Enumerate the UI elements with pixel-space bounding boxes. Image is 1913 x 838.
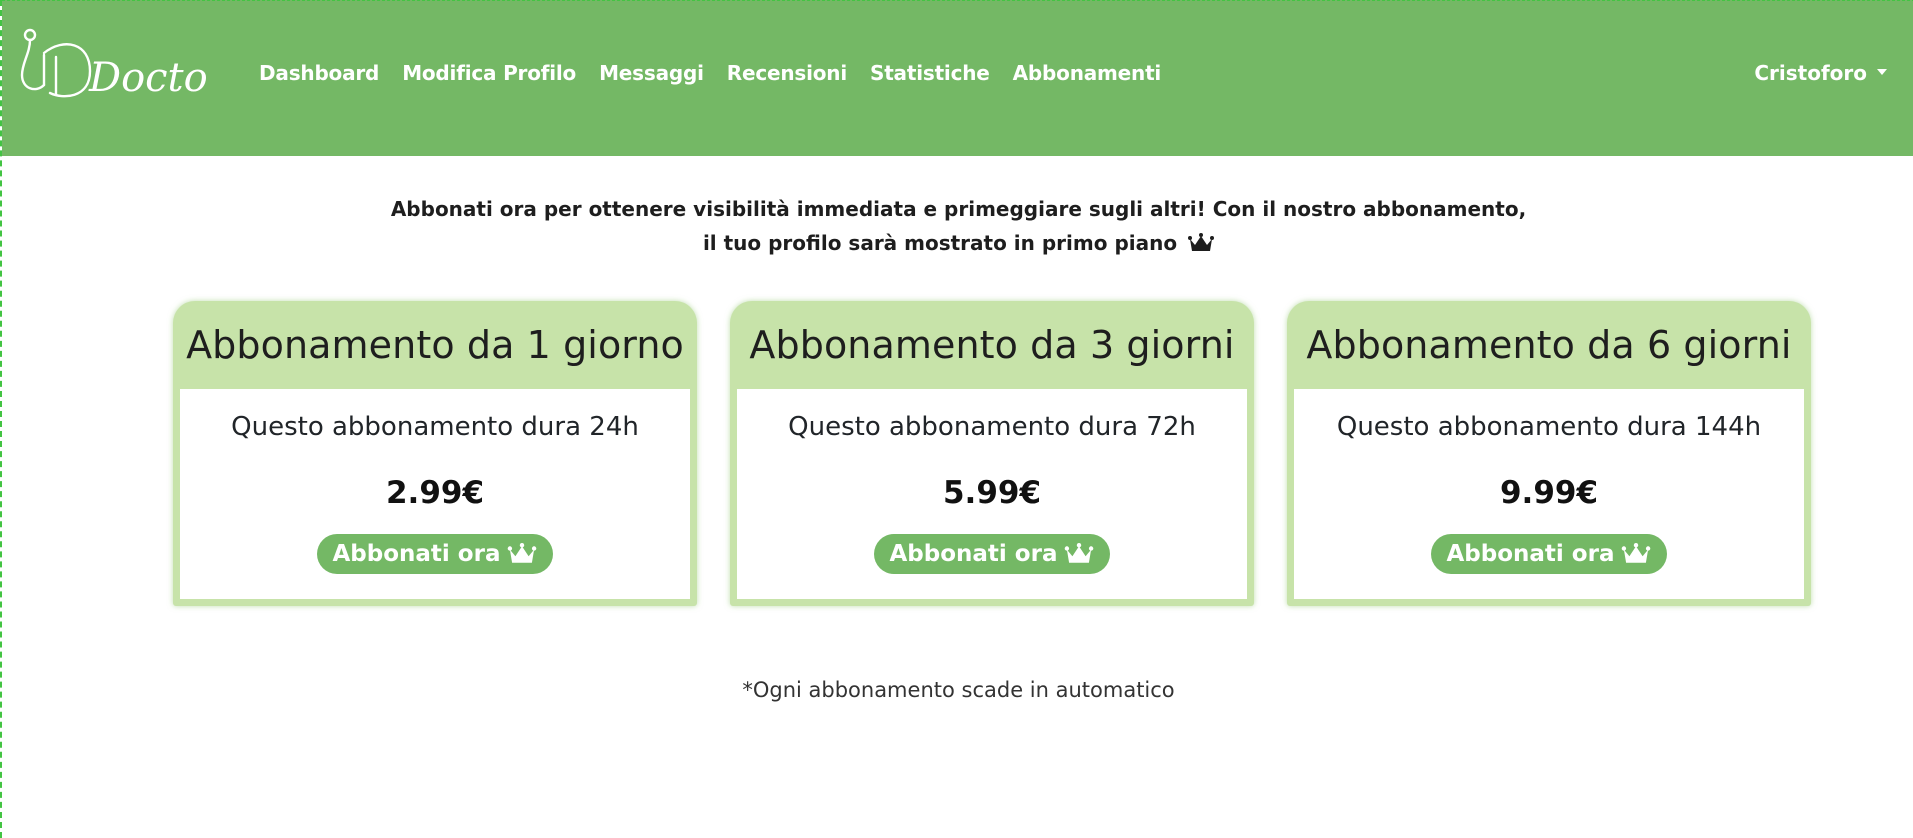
user-name: Cristoforo bbox=[1754, 61, 1867, 85]
site-logo[interactable]: Doctors bbox=[10, 23, 247, 101]
subscribe-button-label: Abbonati ora bbox=[1446, 541, 1615, 567]
nav-modifica-profilo[interactable]: Modifica Profilo bbox=[402, 61, 576, 85]
nav-abbonamenti[interactable]: Abbonamenti bbox=[1013, 61, 1162, 85]
subscribe-button-label: Abbonati ora bbox=[889, 541, 1058, 567]
svg-text:Doctors: Doctors bbox=[88, 55, 210, 101]
plan-title: Abbonamento da 6 giorni bbox=[1306, 323, 1792, 367]
crown-icon bbox=[1188, 229, 1215, 263]
nav-recensioni[interactable]: Recensioni bbox=[727, 61, 847, 85]
crown-icon bbox=[1065, 543, 1094, 563]
subscribe-button-label: Abbonati ora bbox=[332, 541, 501, 567]
plan-description: Questo abbonamento dura 72h bbox=[788, 412, 1196, 442]
plan-title: Abbonamento da 3 giorni bbox=[749, 323, 1235, 367]
top-navbar: Doctors Dashboard Modifica Profilo Messa… bbox=[2, 0, 1913, 156]
user-dropdown[interactable]: Cristoforo bbox=[1754, 61, 1887, 85]
plan-card-3-days: Abbonamento da 3 giorni Questo abbonamen… bbox=[730, 301, 1254, 606]
plan-body: Questo abbonamento dura 24h 2.99€ Abbona… bbox=[180, 389, 690, 599]
crown-icon bbox=[1622, 543, 1651, 563]
main-nav: Dashboard Modifica Profilo Messaggi Rece… bbox=[259, 61, 1184, 85]
plan-card-6-days: Abbonamento da 6 giorni Questo abbonamen… bbox=[1287, 301, 1811, 606]
intro-text: Abbonati ora per ottenere visibilità imm… bbox=[2, 192, 1913, 263]
intro-line-2: il tuo profilo sarà mostrato in primo pi… bbox=[702, 231, 1178, 255]
plan-price: 5.99€ bbox=[942, 475, 1042, 511]
plan-price: 2.99€ bbox=[385, 475, 485, 511]
plan-body: Questo abbonamento dura 72h 5.99€ Abbona… bbox=[737, 389, 1247, 599]
nav-dashboard[interactable]: Dashboard bbox=[259, 61, 379, 85]
crown-icon bbox=[508, 543, 537, 563]
stethoscope-logo-icon: Doctors bbox=[20, 28, 247, 101]
subscribe-button[interactable]: Abbonati ora bbox=[874, 534, 1110, 574]
subscribe-button[interactable]: Abbonati ora bbox=[317, 534, 553, 574]
footnote: *Ogni abbonamento scade in automatico bbox=[742, 678, 1175, 702]
plan-body: Questo abbonamento dura 144h 9.99€ Abbon… bbox=[1294, 389, 1804, 599]
nav-statistiche[interactable]: Statistiche bbox=[870, 61, 990, 85]
subscribe-button[interactable]: Abbonati ora bbox=[1431, 534, 1667, 574]
plan-description: Questo abbonamento dura 144h bbox=[1336, 412, 1762, 442]
nav-messaggi[interactable]: Messaggi bbox=[599, 61, 704, 85]
caret-down-icon bbox=[1877, 69, 1887, 75]
plan-description: Questo abbonamento dura 24h bbox=[231, 412, 639, 442]
plan-card-1-day: Abbonamento da 1 giorno Questo abbonamen… bbox=[173, 301, 697, 606]
plan-title: Abbonamento da 1 giorno bbox=[186, 323, 684, 367]
intro-line-1: Abbonati ora per ottenere visibilità imm… bbox=[390, 197, 1527, 221]
plan-price: 9.99€ bbox=[1499, 475, 1599, 511]
